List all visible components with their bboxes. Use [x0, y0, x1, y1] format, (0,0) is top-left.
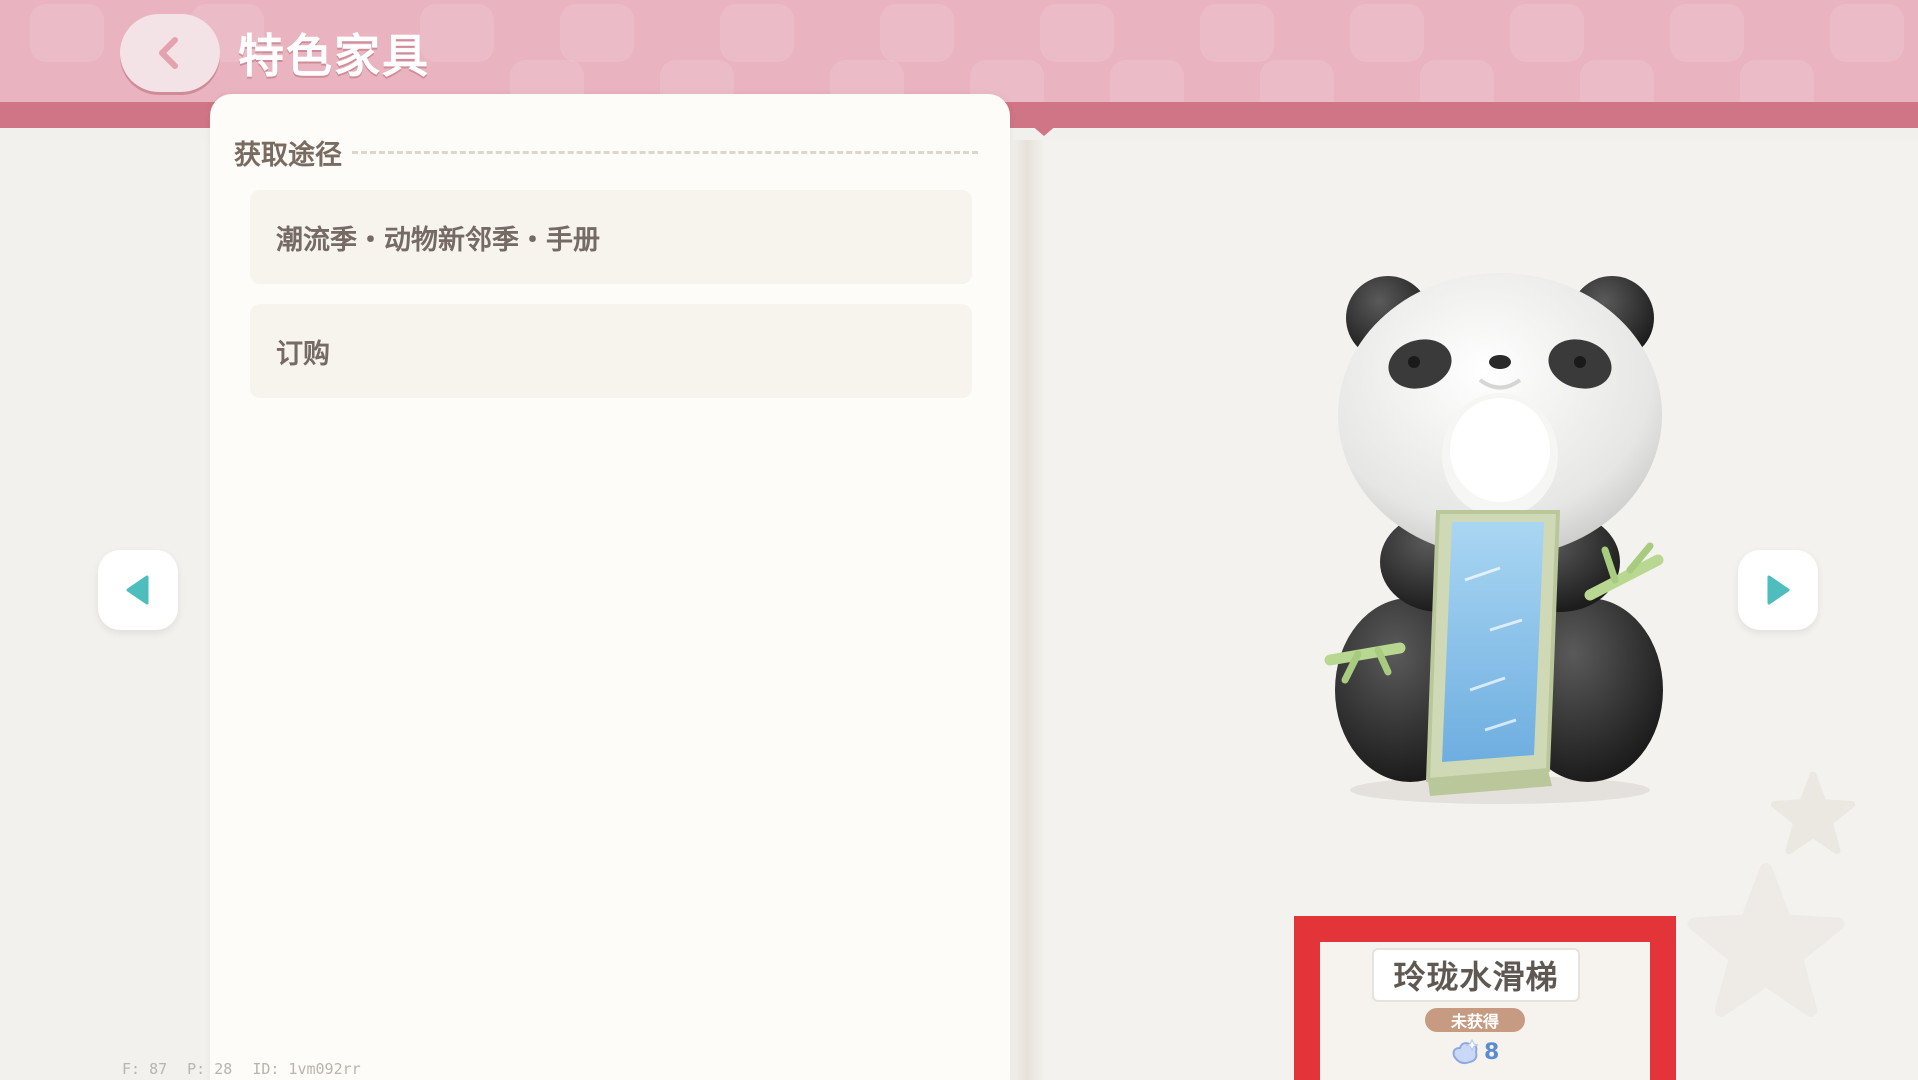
item-name: 玲珑水滑梯 — [1372, 948, 1580, 1002]
star-decoration-icon — [1770, 771, 1856, 855]
panda-water-slide-image — [1324, 273, 1664, 804]
chevron-left-icon — [159, 37, 178, 69]
item-preview — [1290, 250, 1710, 810]
source-item-order[interactable]: 订购 — [250, 304, 972, 398]
section-title: 获取途径 — [234, 139, 342, 171]
star-decoration-icon — [1687, 863, 1845, 1017]
section-divider — [352, 150, 978, 154]
status-badge: 未获得 — [1425, 1008, 1525, 1032]
acquisition-panel: 获取途径 潮流季・动物新邻季・手册 订购 — [210, 94, 1010, 1080]
source-item-label: 潮流季・动物新邻季・手册 — [276, 224, 600, 256]
source-item-label: 订购 — [276, 338, 330, 370]
book-spine — [1010, 140, 1044, 1080]
source-item-handbook[interactable]: 潮流季・动物新邻季・手册 — [250, 190, 972, 284]
comfort-points-icon — [1452, 1038, 1479, 1065]
ping-readout: P: 28 — [187, 1060, 233, 1078]
session-id: ID: 1vm092rr — [252, 1060, 361, 1078]
triangle-left-icon — [126, 575, 149, 605]
header-notch — [1030, 124, 1058, 136]
page-title: 特色家具 — [238, 29, 430, 83]
next-item-button[interactable] — [1738, 550, 1818, 630]
prev-item-button[interactable] — [98, 550, 178, 630]
section-header: 获取途径 — [234, 132, 978, 172]
screen: 特色家具 获取途径 潮流季・动物新邻季・手册 订购 玲珑水滑梯 未获得 8 F:… — [0, 0, 1918, 1080]
points-value: 8 — [1484, 1039, 1500, 1065]
back-button[interactable] — [120, 14, 220, 92]
fps-readout: F: 87 — [122, 1060, 168, 1078]
triangle-right-icon — [1767, 575, 1790, 605]
debug-overlay: F: 87 P: 28 ID: 1vm092rr — [122, 1060, 361, 1078]
comfort-points: 8 — [1448, 1036, 1499, 1068]
